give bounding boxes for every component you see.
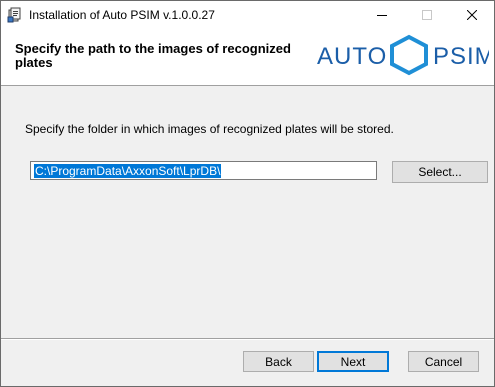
auto-psim-logo: AUTO PSIM <box>317 33 495 77</box>
footer-divider <box>1 338 494 340</box>
next-button[interactable]: Next <box>317 351 389 372</box>
cancel-button[interactable]: Cancel <box>408 351 479 372</box>
window-title: Installation of Auto PSIM v.1.0.0.27 <box>29 8 215 22</box>
instruction-text: Specify the folder in which images of re… <box>25 122 394 136</box>
page-title: Specify the path to the images of recogn… <box>15 41 291 70</box>
hexagon-icon <box>390 34 428 76</box>
title-bar[interactable]: Installation of Auto PSIM v.1.0.0.27 <box>1 1 494 29</box>
installer-window: Installation of Auto PSIM v.1.0.0.27 Spe… <box>0 0 495 387</box>
folder-path-value: C:\ProgramData\AxxonSoft\LprDB\ <box>34 163 222 178</box>
maximize-icon <box>421 10 432 20</box>
header-banner: Specify the path to the images of recogn… <box>1 29 495 86</box>
close-icon <box>466 10 477 20</box>
close-button[interactable] <box>449 1 494 29</box>
logo-text-psim: PSIM <box>433 43 489 70</box>
minimize-icon <box>376 10 387 20</box>
minimize-button[interactable] <box>359 1 404 29</box>
installer-icon[interactable] <box>7 7 23 23</box>
maximize-button <box>404 1 449 29</box>
folder-path-input[interactable]: C:\ProgramData\AxxonSoft\LprDB\ <box>30 161 377 180</box>
select-folder-button[interactable]: Select... <box>392 161 488 183</box>
logo-text-auto: AUTO <box>317 43 387 70</box>
back-button[interactable]: Back <box>243 351 314 372</box>
